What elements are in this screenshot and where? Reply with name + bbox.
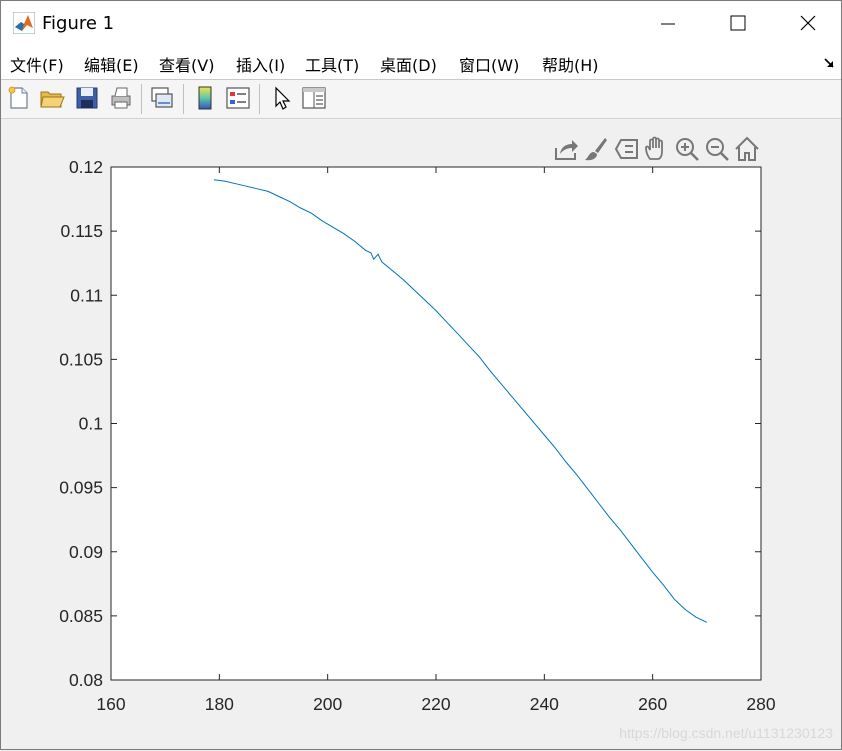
x-tick-label: 260 — [638, 694, 667, 714]
x-tick-label: 180 — [205, 694, 234, 714]
x-tick-label: 160 — [96, 694, 125, 714]
x-tick-label: 280 — [746, 694, 775, 714]
axes-background[interactable] — [111, 167, 761, 680]
y-tick-label: 0.08 — [69, 670, 103, 690]
y-tick-label: 0.11 — [70, 285, 103, 305]
figure-window: Figure 1 文件(F) 编辑(E) 查看(V) 插入(I) 工具(T) 桌… — [0, 0, 842, 750]
y-tick-label: 0.095 — [59, 478, 103, 498]
watermark-text: https://blog.csdn.net/u1131230123 — [619, 725, 833, 741]
y-tick-label: 0.115 — [61, 221, 104, 241]
y-tick-label: 0.09 — [69, 542, 103, 562]
x-tick-label: 220 — [421, 694, 450, 714]
y-tick-label: 0.105 — [59, 349, 103, 369]
y-tick-label: 0.12 — [69, 157, 103, 177]
line-plot[interactable]: 160 180 200 220 240 260 280 0.08 0.085 0.09 0.095 0… — [1, 1, 842, 751]
y-tick-label: 0.1 — [79, 414, 103, 434]
x-tick-label: 200 — [313, 694, 342, 714]
y-tick-label: 0.085 — [59, 606, 103, 626]
x-tick-label: 240 — [530, 694, 559, 714]
